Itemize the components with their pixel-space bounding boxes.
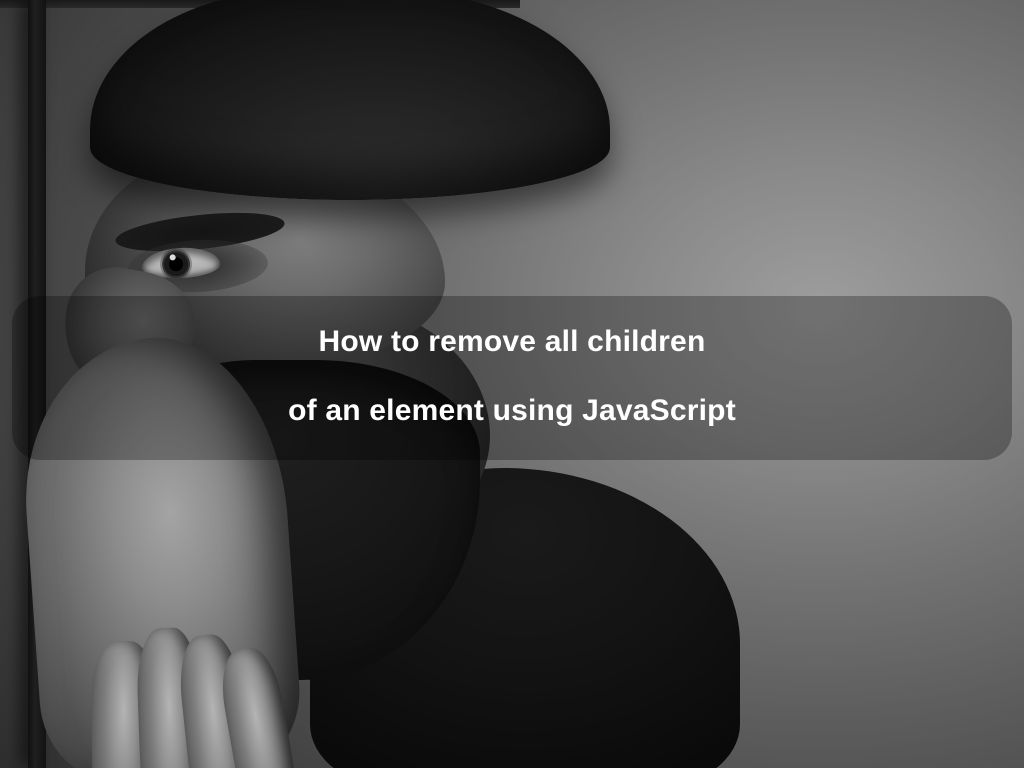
title-line-1: How to remove all children xyxy=(42,322,982,361)
title-overlay: How to remove all children of an element… xyxy=(12,296,1012,460)
frame-edge xyxy=(0,0,520,8)
title-line-2: of an element using JavaScript xyxy=(42,391,982,430)
